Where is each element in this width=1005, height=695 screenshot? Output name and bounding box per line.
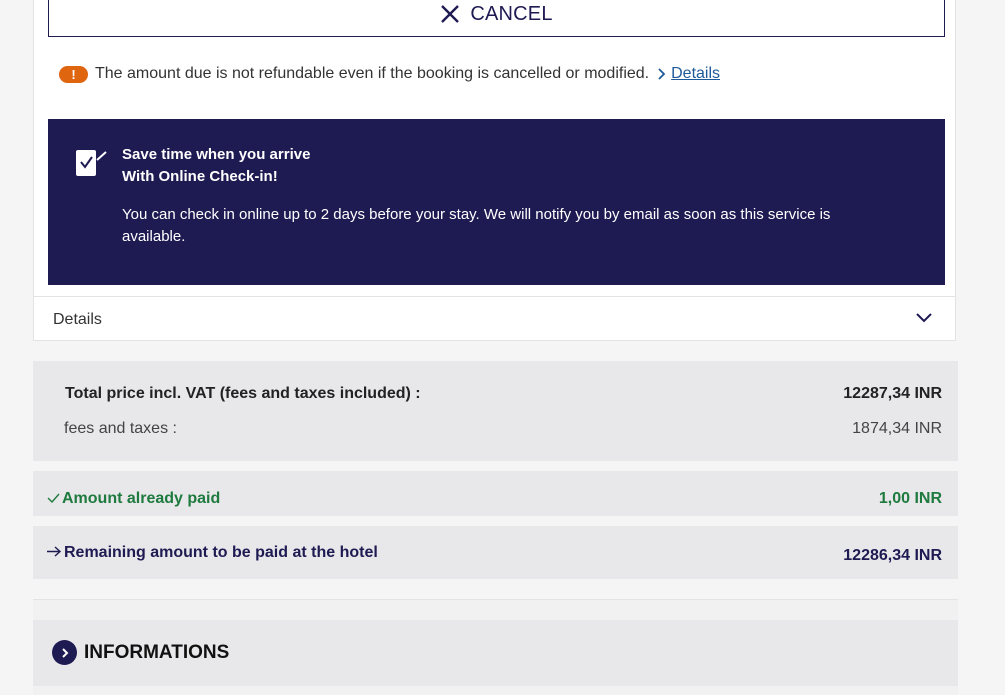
remaining-value: 12286,34 INR <box>843 547 942 564</box>
arrow-right-icon <box>47 546 62 557</box>
checkin-title-line2: With Online Check-in! <box>122 168 278 185</box>
amount-paid-label-wrap: Amount already paid <box>47 490 220 508</box>
remaining-label-wrap: Remaining amount to be paid at the hotel <box>46 544 378 562</box>
checkin-icon <box>76 150 107 176</box>
remaining-label: Remaining amount to be paid at the hotel <box>64 544 378 561</box>
amount-paid-label: Amount already paid <box>62 490 221 507</box>
informations-section: INFORMATIONS <box>33 599 958 695</box>
notice-text: The amount due is not refundable even if… <box>95 65 650 82</box>
warning-icon: ! <box>59 65 88 83</box>
informations-header[interactable]: INFORMATIONS <box>33 620 958 686</box>
fees-value: 1874,34 INR <box>852 420 942 437</box>
total-price-label: Total price incl. VAT (fees and taxes in… <box>65 385 421 402</box>
details-label: Details <box>53 311 102 328</box>
amount-paid-value: 1,00 INR <box>878 490 942 507</box>
informations-title: INFORMATIONS <box>84 642 230 663</box>
cancel-label: CANCEL <box>470 2 553 25</box>
amount-paid-row: Amount already paid 1,00 INR <box>33 471 958 516</box>
chevron-right-icon <box>658 68 666 80</box>
checkin-title-line1: Save time when you arrive <box>122 146 311 163</box>
online-checkin-banner: Save time when you arrive With Online Ch… <box>48 119 945 285</box>
refund-notice: ! The amount due is not refundable even … <box>59 62 720 86</box>
check-icon <box>47 493 60 504</box>
chevron-right-circle-icon <box>52 640 77 665</box>
remaining-amount-row: Remaining amount to be paid at the hotel… <box>33 526 958 579</box>
price-summary: Total price incl. VAT (fees and taxes in… <box>33 361 958 461</box>
checkin-body: You can check in online up to 2 days bef… <box>122 206 831 245</box>
details-accordion[interactable]: Details <box>34 296 955 341</box>
close-icon <box>441 5 460 23</box>
notice-details-link[interactable]: Details <box>671 65 720 83</box>
total-price-value: 12287,34 INR <box>843 385 942 402</box>
cancel-button[interactable]: CANCEL <box>48 0 945 37</box>
booking-card: CANCEL ! The amount due is not refundabl… <box>33 0 956 341</box>
chevron-down-icon <box>916 313 932 323</box>
fees-label: fees and taxes : <box>64 420 177 437</box>
